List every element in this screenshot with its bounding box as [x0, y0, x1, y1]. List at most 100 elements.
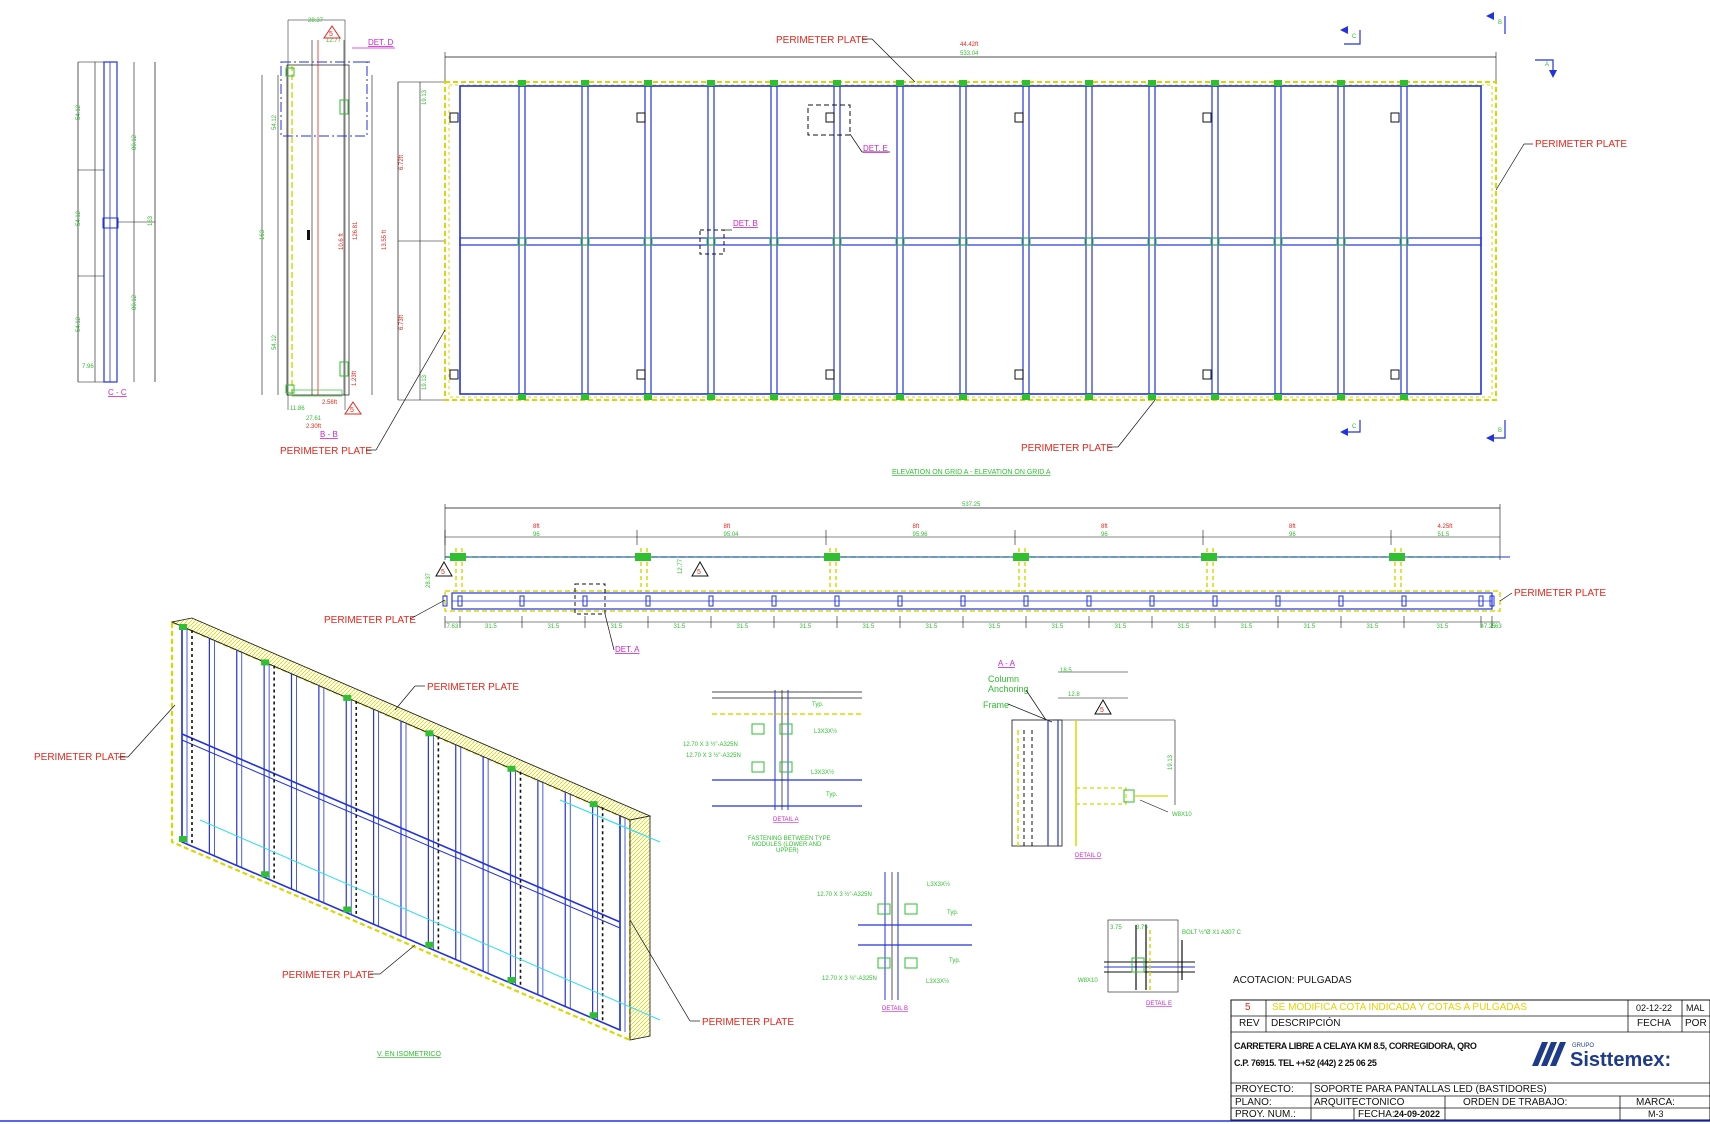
- perimeter-plate-label-bottom: PERIMETER PLATE: [1021, 443, 1113, 454]
- elevation-vertical-member: [581, 85, 589, 395]
- svg-text:44.42ft: 44.42ft: [960, 42, 979, 48]
- svg-text:12.70 X 3 ½"-A325N: 12.70 X 3 ½"-A325N: [686, 752, 741, 759]
- elevation-vertical-member: [1211, 85, 1219, 395]
- det-d-callout: DET. D: [368, 38, 394, 47]
- svg-text:12.77: 12.77: [678, 558, 684, 574]
- section-c-c-view: 54.12 54.12 54.12 80.12 80.12 163 7.96 C…: [76, 61, 156, 397]
- svg-text:C: C: [1352, 424, 1357, 430]
- marca-value: M-3: [1648, 1109, 1664, 1119]
- svg-text:Column: Column: [988, 674, 1019, 684]
- svg-text:BOLT ½"Ø X1 A307 C: BOLT ½"Ø X1 A307 C: [1182, 929, 1242, 936]
- plan-spacing-dim: 31.5: [863, 624, 875, 630]
- proyecto-value: SOPORTE PARA PANTALLAS LED (BASTIDORES): [1314, 1084, 1547, 1095]
- elevation-clip-top: [1400, 80, 1408, 86]
- plan-spacing-dim: 31.5: [1304, 624, 1316, 630]
- elevation-clip-bottom: [1085, 394, 1093, 400]
- svg-text:Anchoring: Anchoring: [988, 684, 1029, 694]
- detail-e-view: 3.75 3.75 BOLT ½"Ø X1 A307 C W8X10 DETAI…: [1078, 919, 1242, 1007]
- detail-b-title: DETAIL B: [882, 1006, 908, 1012]
- plan-column-clip: [1389, 553, 1405, 561]
- address-line-2: C.P. 76915. TEL ++52 (442) 2 25 06 25: [1234, 1058, 1377, 1068]
- elevation-clip-top: [1337, 80, 1345, 86]
- elevation-clip-top: [518, 80, 526, 86]
- det-b-callout: DET. B: [733, 219, 758, 228]
- svg-text:W8X10: W8X10: [1172, 812, 1192, 818]
- svg-text:Sisttemex:: Sisttemex:: [1570, 1049, 1671, 1071]
- section-b-b-view: 28.37 12.77 5 5 163 54.12 54.12 10.6 ft …: [260, 18, 395, 439]
- svg-text:28.37: 28.37: [308, 18, 324, 24]
- svg-text:B: B: [1498, 428, 1502, 434]
- plan-bay-dim-in: 96: [1101, 532, 1108, 538]
- svg-text:27.61: 27.61: [306, 416, 322, 422]
- marca-label: MARCA:: [1636, 1097, 1675, 1108]
- svg-text:UPPER): UPPER): [776, 848, 799, 854]
- elevation-vertical-member: [833, 85, 841, 395]
- elevation-vertical-member: [770, 85, 778, 395]
- svg-text:L3X3X½: L3X3X½: [926, 978, 949, 985]
- rev-date: 02-12-22: [1636, 1003, 1673, 1013]
- detail-b-view: 12.70 X 3 ½"-A325N 12.70 X 3 ½"-A325N L3…: [817, 872, 972, 1012]
- svg-text:54.12: 54.12: [76, 316, 82, 332]
- plan-bay-dim-ft: 4.25ft: [1438, 524, 1453, 530]
- elevation-clip-top: [644, 80, 652, 86]
- plan-bay-dim-in: 51.5: [1438, 532, 1450, 538]
- svg-text:12.77: 12.77: [326, 38, 342, 44]
- elevation-clip-bottom: [1211, 394, 1219, 400]
- svg-text:10.6 ft: 10.6 ft: [339, 233, 345, 250]
- svg-text:Frame: Frame: [983, 700, 1009, 710]
- plan-bay-dim-in: 96: [1289, 532, 1296, 538]
- svg-text:533.04: 533.04: [960, 51, 979, 57]
- svg-text:L3X3X½: L3X3X½: [927, 881, 950, 888]
- plan-spacing-dim: 31.5: [989, 624, 1001, 630]
- elevation-vertical-member: [1274, 85, 1282, 395]
- svg-text:126.81: 126.81: [353, 221, 359, 240]
- plan-spacing-dim: 31.5: [737, 624, 749, 630]
- elevation-title: ELEVATION ON GRID A - ELEVATION ON GRID …: [892, 469, 1051, 476]
- svg-text:5: 5: [350, 407, 354, 414]
- plan-view: 537.25 8ft 96 8ft 95.04 8ft 95.96 8ft 96 8ft 96 4.…: [324, 502, 1606, 654]
- drawing-sheet: 54.12 54.12 54.12 80.12 80.12 163 7.96 C…: [0, 12, 1710, 1122]
- plan-bay-dim-in: 95.96: [913, 532, 929, 538]
- elevation-vertical-member: [1400, 85, 1408, 395]
- svg-text:3.75: 3.75: [1136, 925, 1148, 931]
- elevation-clip-top: [959, 80, 967, 86]
- elevation-vertical-member: [1085, 85, 1093, 395]
- svg-text:A: A: [1545, 62, 1549, 68]
- elevation-clip-top: [896, 80, 904, 86]
- elevation-clip-top: [1085, 80, 1093, 86]
- elevation-vertical-member: [1022, 85, 1030, 395]
- svg-text:12.8: 12.8: [1068, 692, 1080, 698]
- elevation-vertical-member: [1337, 85, 1345, 395]
- svg-text:Typ.: Typ.: [949, 958, 961, 964]
- svg-text:C: C: [1352, 34, 1357, 40]
- iso-clip: [343, 694, 352, 701]
- perimeter-plate-label-iso-right: PERIMETER PLATE: [702, 1017, 794, 1028]
- svg-text:537.25: 537.25: [962, 502, 981, 508]
- svg-text:18.5: 18.5: [1060, 668, 1072, 674]
- svg-text:5: 5: [1100, 707, 1104, 714]
- section-b-b-label: B - B: [320, 430, 338, 439]
- fecha-header: FECHA: [1637, 1018, 1671, 1029]
- plan-bay-dim-in: 96: [533, 532, 540, 538]
- fecha-label: FECHA:: [1358, 1109, 1395, 1120]
- rev-number: 5: [1245, 1002, 1251, 1013]
- plano-value: ARQUITECTONICO: [1314, 1097, 1405, 1108]
- perimeter-plate-label-iso-top: PERIMETER PLATE: [427, 682, 519, 693]
- elevation-clip-bottom: [896, 394, 904, 400]
- plan-column-clip: [1201, 553, 1217, 561]
- plan-spacing-dim: 7.63: [1490, 624, 1502, 630]
- isometric-view: PERIMETER PLATE PERIMETER PLATE PERIMETE…: [34, 617, 794, 1058]
- det-a-callout: DET. A: [615, 645, 640, 654]
- svg-text:6.73ft: 6.73ft: [399, 315, 405, 330]
- elevation-vertical-member: [896, 85, 904, 395]
- elevation-clip-bottom: [1022, 394, 1030, 400]
- elevation-clip-top: [1274, 80, 1282, 86]
- detail-a-title: DETAIL A: [773, 817, 799, 823]
- perimeter-plate-label-left: PERIMETER PLATE: [280, 446, 372, 457]
- section-a-a-label: A - A: [998, 659, 1016, 668]
- proy-num-label: PROY. NUM.:: [1235, 1109, 1296, 1120]
- plan-spacing-dim: 31.5: [1178, 624, 1190, 630]
- svg-text:6.72ft: 6.72ft: [399, 155, 405, 170]
- plan-bay-dim-ft: 8ft: [1101, 524, 1108, 530]
- rev-header: REV: [1239, 1018, 1260, 1029]
